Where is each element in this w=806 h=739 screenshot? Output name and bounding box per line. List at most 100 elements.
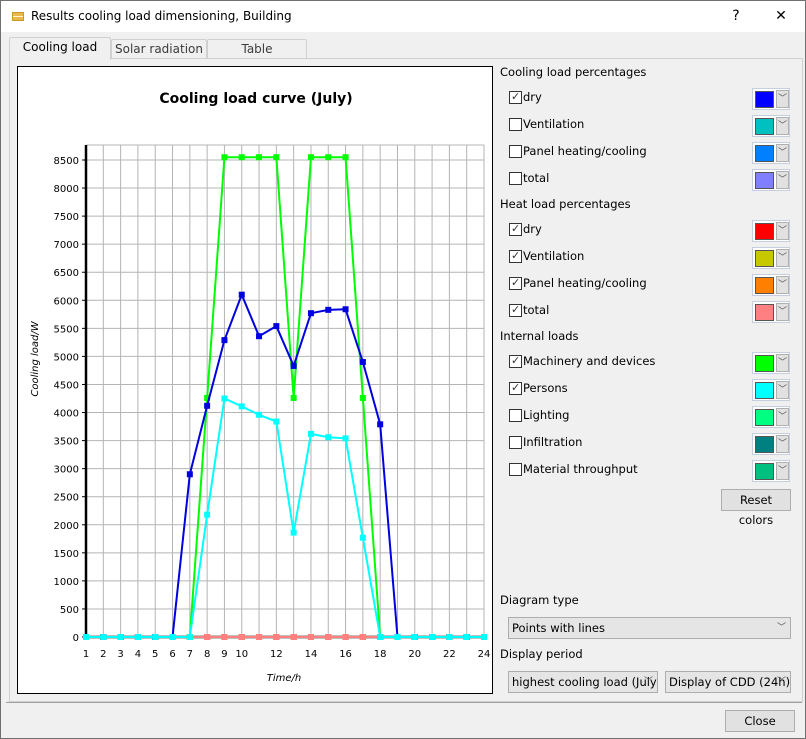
tab-solar-radiation[interactable]: Solar radiation <box>111 39 207 59</box>
cooling-load-row: ✓ dry ﹀ <box>509 88 791 110</box>
heat-load-row: ✓ Ventilation ﹀ <box>509 247 791 269</box>
reset-colors-button[interactable]: Reset colors <box>721 489 791 527</box>
help-button[interactable]: ? <box>714 1 758 32</box>
data-point <box>377 421 384 428</box>
cooling-load-color-picker[interactable]: ﹀ <box>752 169 790 191</box>
heat-load-checkbox[interactable]: ✓ <box>509 249 522 263</box>
internal-load-color-picker[interactable]: ﹀ <box>752 460 790 482</box>
cooling-load-checkbox[interactable] <box>509 172 522 185</box>
x-tick-label: 4 <box>135 649 141 660</box>
diagram-type-select[interactable]: Points with lines ﹀ <box>508 617 791 639</box>
internal-load-checkbox[interactable] <box>509 409 522 422</box>
chevron-down-icon[interactable]: ﹀ <box>776 171 789 189</box>
heat-load-checkbox[interactable]: ✓ <box>509 276 522 290</box>
data-point <box>221 337 228 344</box>
grid <box>85 144 485 638</box>
data-point <box>169 634 176 640</box>
heat-load-color-picker[interactable]: ﹀ <box>752 247 790 269</box>
chevron-down-icon[interactable]: ﹀ <box>776 222 789 240</box>
heat-load-color-picker[interactable]: ﹀ <box>752 220 790 242</box>
y-tick-label: 2000 <box>54 521 79 532</box>
close-button[interactable]: Close <box>725 710 795 732</box>
chevron-down-icon[interactable]: ﹀ <box>776 249 789 267</box>
internal-loads-group-title: Internal loads <box>500 329 579 343</box>
data-point <box>273 154 280 161</box>
data-point <box>204 634 211 640</box>
data-point <box>238 403 245 410</box>
chevron-down-icon[interactable]: ﹀ <box>776 90 789 108</box>
y-tick-label: 3000 <box>54 465 79 476</box>
checkmark-icon: ✓ <box>511 222 521 235</box>
dialog-window: Results cooling load dimensioning, Build… <box>0 0 806 739</box>
cooling-load-label: Ventilation <box>523 117 585 131</box>
chevron-down-icon[interactable]: ﹀ <box>776 381 789 399</box>
close-window-button[interactable]: ✕ <box>759 1 803 32</box>
internal-load-color-picker[interactable]: ﹀ <box>752 352 790 374</box>
internal-load-color-picker[interactable]: ﹀ <box>752 433 790 455</box>
chevron-down-icon: ﹀ <box>643 677 653 687</box>
color-swatch <box>755 304 774 321</box>
heat-load-checkbox[interactable]: ✓ <box>509 222 522 236</box>
chart-title: Cooling load curve (July) <box>159 91 352 107</box>
chevron-down-icon[interactable]: ﹀ <box>776 303 789 321</box>
x-axis-label: Time/h <box>267 673 302 684</box>
data-point <box>256 634 263 640</box>
cooling-load-color-picker[interactable]: ﹀ <box>752 115 790 137</box>
heat-load-color-picker[interactable]: ﹀ <box>752 274 790 296</box>
chevron-down-icon[interactable]: ﹀ <box>776 354 789 372</box>
cooling-load-checkbox[interactable]: ✓ <box>509 90 522 104</box>
internal-load-checkbox[interactable]: ✓ <box>509 381 522 395</box>
checkmark-icon: ✓ <box>511 90 521 103</box>
heat-load-color-picker[interactable]: ﹀ <box>752 301 790 323</box>
chevron-down-icon[interactable]: ﹀ <box>776 117 789 135</box>
internal-load-checkbox[interactable] <box>509 463 522 476</box>
checkmark-icon: ✓ <box>511 381 521 394</box>
display-mode-select[interactable]: Display of CDD (24h) ﹀ <box>665 671 791 693</box>
data-point <box>325 434 332 441</box>
series-cooling-load-dry <box>83 291 487 640</box>
cooling-load-color-picker[interactable]: ﹀ <box>752 88 790 110</box>
chevron-down-icon[interactable]: ﹀ <box>776 408 789 426</box>
y-tick-label: 0 <box>73 633 79 644</box>
chevron-down-icon[interactable]: ﹀ <box>776 462 789 480</box>
cooling-load-checkbox[interactable] <box>509 118 522 131</box>
tab-cooling-load[interactable]: Cooling load <box>9 37 111 60</box>
data-point <box>394 634 401 640</box>
axes <box>84 145 484 639</box>
data-point <box>463 634 470 640</box>
cooling-load-chart: Cooling load curve (July) 05001000150020… <box>30 91 490 684</box>
display-period-select[interactable]: highest cooling load (July) ﹀ <box>508 671 658 693</box>
x-tick-label: 14 <box>305 649 318 660</box>
data-point <box>152 634 159 640</box>
internal-load-checkbox[interactable] <box>509 436 522 449</box>
x-tick-label: 8 <box>204 649 210 660</box>
internal-load-label: Lighting <box>523 408 570 422</box>
heat-load-label: total <box>523 303 550 317</box>
y-tick-label: 5500 <box>54 324 79 335</box>
tab-table[interactable]: Table <box>207 39 307 59</box>
chevron-down-icon[interactable]: ﹀ <box>776 435 789 453</box>
cooling-load-checkbox[interactable] <box>509 145 522 158</box>
series-settings-panel: Cooling load percentages ✓ dry ﹀ Ventilatio… <box>495 61 801 701</box>
internal-load-color-picker[interactable]: ﹀ <box>752 406 790 428</box>
chevron-down-icon[interactable]: ﹀ <box>776 276 789 294</box>
window-title: Results cooling load dimensioning, Build… <box>31 9 292 23</box>
chevron-down-icon: ﹀ <box>776 677 786 687</box>
y-tick-label: 5000 <box>54 352 79 363</box>
data-point <box>307 430 314 437</box>
y-tick-label: 1500 <box>54 549 79 560</box>
checkmark-icon: ✓ <box>511 249 521 262</box>
y-tick-label: 8500 <box>54 156 79 167</box>
chevron-down-icon[interactable]: ﹀ <box>776 144 789 162</box>
internal-load-color-picker[interactable]: ﹀ <box>752 379 790 401</box>
data-point <box>325 634 332 640</box>
internal-load-checkbox[interactable]: ✓ <box>509 354 522 368</box>
internal-load-label: Persons <box>523 381 568 395</box>
internal-load-label: Material throughput <box>523 462 638 476</box>
data-point <box>446 634 453 640</box>
cooling-load-color-picker[interactable]: ﹀ <box>752 142 790 164</box>
series-line <box>86 397 484 638</box>
cooling-load-row: total ﹀ <box>509 169 791 191</box>
color-swatch <box>755 382 774 399</box>
heat-load-checkbox[interactable]: ✓ <box>509 303 522 317</box>
